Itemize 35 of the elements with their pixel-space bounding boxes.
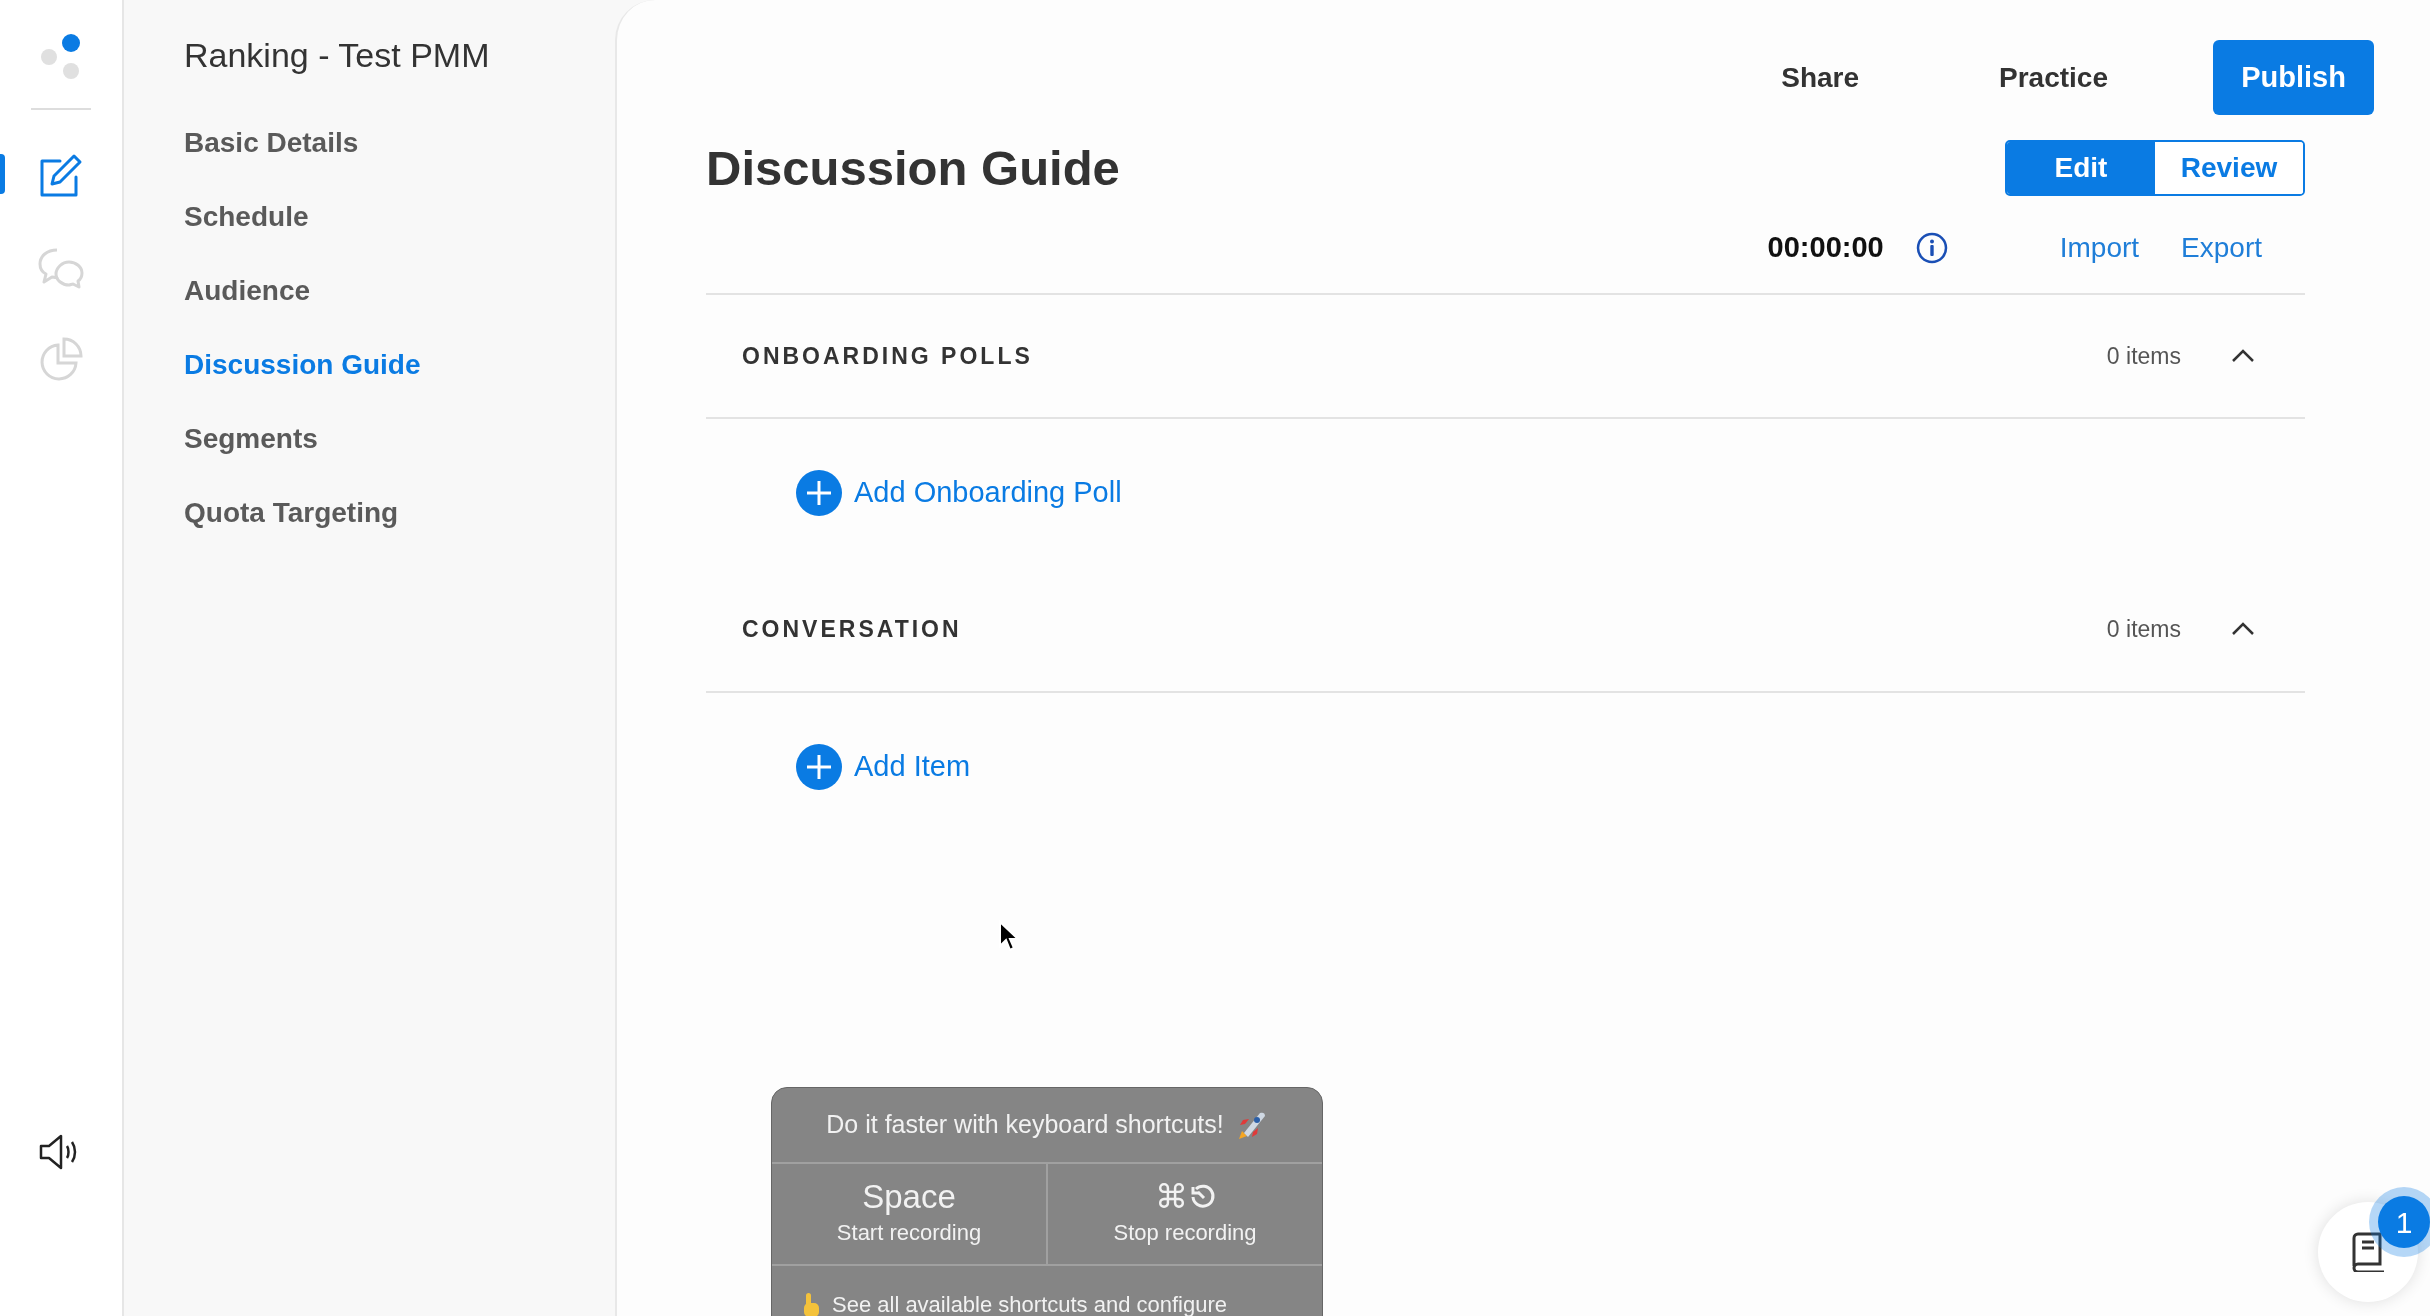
book-icon [2350, 1232, 2386, 1272]
sidebar-item[interactable]: Schedule [184, 180, 615, 254]
publish-button[interactable]: Publish [2213, 40, 2374, 115]
section-title: ONBOARDING POLLS [742, 341, 1034, 371]
popup-title: Do it faster with keyboard shortcuts! [826, 1109, 1224, 1141]
chevron-up-icon[interactable] [2231, 622, 2255, 636]
sidebar-item[interactable]: Audience [184, 254, 615, 328]
pie-chart-icon [38, 337, 84, 383]
item-count: 0 items [2106, 341, 2181, 371]
header-link[interactable]: Import [2059, 227, 2140, 269]
add-button[interactable]: Add Onboarding Poll [796, 470, 1122, 516]
mode-toggle[interactable]: Edit [2007, 142, 2155, 194]
action-button[interactable]: Share [1746, 56, 1895, 99]
add-button[interactable]: Add Item [796, 744, 971, 790]
duration-text: 00:00:00 [1767, 230, 1884, 266]
sidebar-item[interactable]: Basic Details [184, 106, 615, 180]
action-button[interactable]: Practice [1964, 56, 2143, 99]
plus-icon [796, 470, 842, 516]
info-icon[interactable] [1915, 232, 1948, 264]
pointing-hand-icon [802, 1291, 820, 1316]
sidebar-item[interactable]: Segments [184, 402, 615, 476]
item-count: 0 items [2106, 614, 2181, 644]
chat-bubbles-icon [37, 247, 85, 289]
plus-icon [796, 744, 842, 790]
header-link[interactable]: Export [2181, 227, 2262, 269]
rewind-clock-icon [1189, 1184, 1216, 1211]
shortcut-button[interactable]: Space Start recording [772, 1164, 1046, 1264]
shortcut-button[interactable]: ⌘ Stop recording [1046, 1164, 1322, 1264]
section-title: CONVERSATION [742, 614, 963, 644]
sidebar-item[interactable]: Quota Targeting [184, 476, 615, 550]
page-title: Discussion Guide [706, 139, 1120, 197]
edit-icon [38, 153, 84, 199]
shortcuts-link[interactable]: See all available shortcuts and configure [832, 1288, 1228, 1316]
sidebar-item[interactable]: Discussion Guide [184, 328, 615, 402]
chevron-up-icon[interactable] [2231, 349, 2255, 363]
